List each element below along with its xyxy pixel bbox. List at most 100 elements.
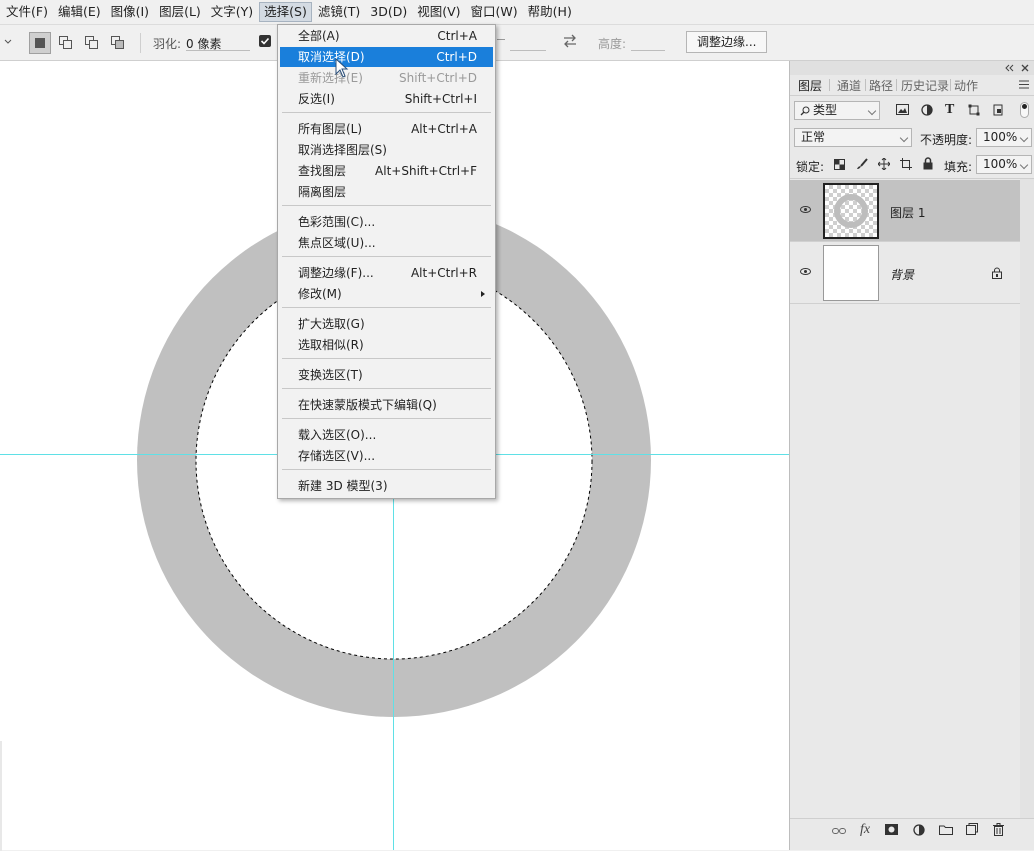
menu-type[interactable]: 文字(Y)	[207, 2, 257, 22]
collapse-panel-icon[interactable]	[1004, 64, 1014, 72]
adjustment-layer-filter-icon[interactable]	[921, 104, 933, 116]
add-to-selection-icon[interactable]	[55, 32, 77, 54]
image-layer-filter-icon[interactable]	[896, 104, 909, 115]
new-layer-icon[interactable]	[966, 823, 978, 835]
new-fill-adjustment-icon[interactable]	[913, 824, 925, 836]
menu-view[interactable]: 视图(V)	[413, 2, 464, 22]
layer-name[interactable]: 图层 1	[890, 204, 925, 221]
menu-item-transform-selection[interactable]: 变换选区(T)	[280, 365, 493, 385]
layers-scrollbar[interactable]	[1020, 179, 1034, 819]
layer-thumbnail	[823, 183, 879, 239]
menu-separator	[282, 469, 491, 470]
menu-item-deselect[interactable]: 取消选择(D) Ctrl+D	[280, 47, 493, 67]
anti-alias-checkbox[interactable]	[259, 35, 271, 47]
blend-mode-value: 正常	[801, 130, 826, 144]
tab-divider	[896, 79, 897, 91]
chevron-down-icon	[867, 106, 877, 116]
submenu-arrow-icon	[481, 291, 485, 297]
tab-channels[interactable]: 通道	[837, 77, 861, 94]
lock-position-move-icon[interactable]	[878, 158, 890, 170]
menu-item-isolate-layers[interactable]: 隔离图层	[280, 182, 493, 202]
menu-item-refine-edge[interactable]: 调整边缘(F)... Alt+Ctrl+R	[280, 263, 493, 283]
height-label: 高度:	[598, 37, 627, 51]
opacity-label: 不透明度:	[920, 133, 973, 147]
feather-input[interactable]: 0 像素	[186, 35, 250, 51]
visibility-eye-icon[interactable]	[800, 268, 811, 275]
tab-paths[interactable]: 路径	[869, 77, 893, 94]
menu-layer[interactable]: 图层(L)	[155, 2, 205, 22]
swap-width-height-icon[interactable]	[562, 34, 578, 48]
menu-item-grow[interactable]: 扩大选取(G)	[280, 314, 493, 334]
ring-thumbnail-shape	[834, 194, 868, 228]
filter-toggle-switch[interactable]	[1020, 102, 1029, 118]
lock-artboard-icon[interactable]	[900, 158, 912, 170]
layer-name[interactable]: 背景	[890, 266, 914, 283]
menu-3d[interactable]: 3D(D)	[366, 2, 411, 22]
delete-layer-trash-icon[interactable]	[993, 823, 1004, 836]
panel-menu-icon[interactable]	[1019, 80, 1029, 89]
menu-help[interactable]: 帮助(H)	[524, 2, 576, 22]
menu-item-all-layers[interactable]: 所有图层(L) Alt+Ctrl+A	[280, 119, 493, 139]
tab-actions[interactable]: 动作	[954, 77, 978, 94]
menu-item-color-range[interactable]: 色彩范围(C)...	[280, 212, 493, 232]
height-input[interactable]	[631, 35, 665, 51]
link-layers-icon[interactable]	[832, 827, 846, 835]
menu-edit[interactable]: 编辑(E)	[54, 2, 105, 22]
close-panel-icon[interactable]	[1021, 64, 1029, 72]
menu-item-modify[interactable]: 修改(M)	[280, 284, 493, 304]
fill-value: 100%	[983, 157, 1018, 171]
filter-kind-select[interactable]: 类型	[794, 101, 880, 120]
menu-filter[interactable]: 滤镜(T)	[314, 2, 364, 22]
mouse-pointer-icon	[335, 58, 349, 78]
type-layer-filter-icon[interactable]: T	[945, 102, 954, 118]
new-selection-mode-icon[interactable]	[29, 32, 51, 54]
blend-mode-select[interactable]: 正常	[794, 128, 912, 147]
menu-bar: 文件(F) 编辑(E) 图像(I) 图层(L) 文字(Y) 选择(S) 滤镜(T…	[0, 0, 1034, 25]
layer-row-layer1[interactable]: 图层 1	[790, 180, 1020, 242]
tab-divider	[865, 79, 866, 91]
menu-item-load-selection[interactable]: 载入选区(O)...	[280, 425, 493, 445]
lock-all-icon[interactable]	[923, 157, 933, 170]
toolbar-divider	[140, 33, 141, 53]
width-input[interactable]	[510, 35, 546, 51]
tab-history[interactable]: 历史记录	[901, 77, 949, 94]
menu-item-deselect-layers[interactable]: 取消选择图层(S)	[280, 140, 493, 160]
menu-image[interactable]: 图像(I)	[107, 2, 153, 22]
tab-layers[interactable]: 图层	[798, 77, 822, 94]
menu-file[interactable]: 文件(F)	[2, 2, 52, 22]
menu-item-focus-area[interactable]: 焦点区域(U)...	[280, 233, 493, 253]
smart-object-filter-icon[interactable]	[992, 104, 1004, 116]
intersect-selection-icon[interactable]	[107, 32, 129, 54]
layer-style-fx-icon[interactable]: fx	[860, 822, 870, 838]
search-icon	[800, 106, 810, 116]
select-menu-dropdown: 全部(A) Ctrl+A 取消选择(D) Ctrl+D 重新选择(E) Shift+C…	[277, 24, 496, 499]
subtract-from-selection-icon[interactable]	[81, 32, 103, 54]
visibility-eye-icon[interactable]	[800, 206, 811, 213]
lock-transparency-icon[interactable]	[834, 159, 845, 170]
tool-preset-chevron-icon[interactable]	[4, 39, 12, 45]
panel-tabs: 图层 通道 路径 历史记录 动作	[790, 75, 1034, 96]
fill-label: 填充:	[944, 160, 973, 174]
fill-input[interactable]: 100%	[976, 155, 1032, 174]
chevron-down-icon	[1019, 133, 1029, 143]
menu-item-inverse[interactable]: 反选(I) Shift+Ctrl+I	[280, 89, 493, 109]
layer-row-background[interactable]: 背景	[790, 242, 1020, 304]
new-group-folder-icon[interactable]	[939, 824, 953, 835]
add-mask-icon[interactable]	[885, 824, 898, 835]
shape-layer-filter-icon[interactable]	[968, 104, 980, 116]
menu-item-new-3d-extrusion[interactable]: 新建 3D 模型(3)	[280, 476, 493, 496]
lock-pixels-brush-icon[interactable]	[856, 158, 868, 170]
opacity-input[interactable]: 100%	[976, 128, 1032, 147]
menu-item-find-layers[interactable]: 查找图层 Alt+Shift+Ctrl+F	[280, 161, 493, 181]
menu-item-similar[interactable]: 选取相似(R)	[280, 335, 493, 355]
menu-select[interactable]: 选择(S)	[259, 2, 312, 22]
menu-item-select-all[interactable]: 全部(A) Ctrl+A	[280, 26, 493, 46]
menu-item-reselect[interactable]: 重新选择(E) Shift+Ctrl+D	[280, 68, 493, 88]
menu-window[interactable]: 窗口(W)	[467, 2, 522, 22]
layers-panel-footer: fx	[790, 818, 1034, 843]
style-label-partial	[497, 39, 505, 40]
tab-divider	[950, 79, 951, 91]
menu-item-save-selection[interactable]: 存储选区(V)...	[280, 446, 493, 466]
menu-item-quick-mask[interactable]: 在快速蒙版模式下编辑(Q)	[280, 395, 493, 415]
refine-edge-button[interactable]: 调整边缘...	[686, 31, 768, 53]
